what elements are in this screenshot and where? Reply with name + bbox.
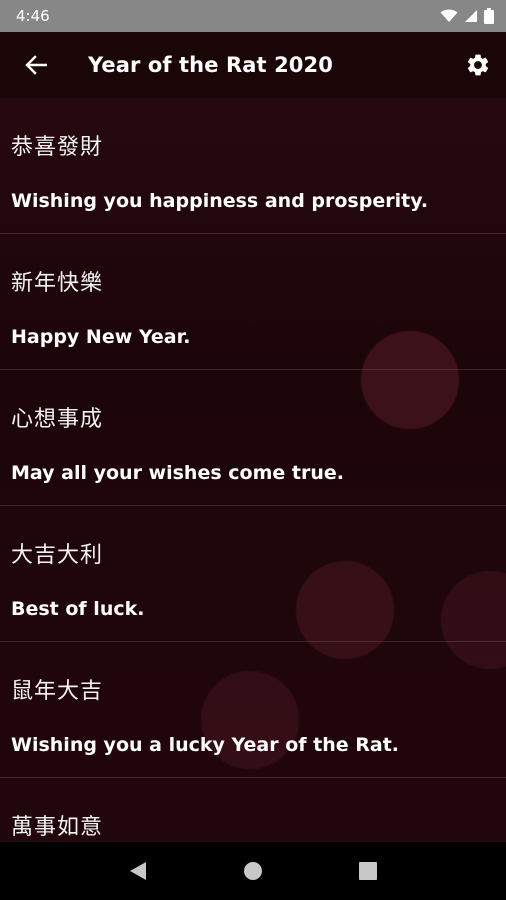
greeting-english: Happy New Year. [11, 326, 191, 348]
signal-icon [465, 10, 477, 22]
greeting-english: Wishing you a lucky Year of the Rat. [11, 734, 400, 756]
greeting-chinese: 心想事成 [11, 407, 104, 432]
greeting-chinese: 鼠年大吉 [11, 679, 104, 704]
greeting-english: Wishing you happiness and prosperity. [11, 190, 429, 212]
list-item[interactable]: 新年快樂 Happy New Year. [0, 234, 506, 370]
battery-icon [484, 8, 494, 24]
greeting-english: May all your wishes come true. [11, 462, 344, 484]
back-button[interactable] [0, 32, 72, 98]
screen: 4:46 Year of the Rat 2020 恭喜發財 Wishing y… [0, 0, 506, 900]
app-bar: Year of the Rat 2020 [0, 32, 506, 98]
greeting-chinese: 萬事如意 [11, 815, 104, 840]
greetings-list[interactable]: 恭喜發財 Wishing you happiness and prosperit… [0, 98, 506, 842]
status-time: 4:46 [16, 7, 50, 25]
status-bar: 4:46 [0, 0, 506, 32]
nav-home-button[interactable] [233, 851, 273, 891]
navigation-bar [0, 842, 506, 900]
nav-back-button[interactable] [118, 851, 158, 891]
list-item[interactable]: 心想事成 May all your wishes come true. [0, 370, 506, 506]
list-item[interactable]: 大吉大利 Best of luck. [0, 506, 506, 642]
list-item[interactable]: 萬事如意 [0, 778, 506, 842]
status-icons [440, 8, 494, 24]
back-triangle-icon [129, 862, 146, 880]
arrow-left-icon [25, 55, 47, 75]
wifi-icon [440, 9, 458, 22]
home-circle-icon [243, 862, 262, 880]
greeting-english: Best of luck. [11, 598, 145, 620]
list-item[interactable]: 鼠年大吉 Wishing you a lucky Year of the Rat… [0, 642, 506, 778]
greeting-chinese: 恭喜發財 [11, 135, 104, 160]
settings-button[interactable] [450, 32, 506, 98]
recents-square-icon [359, 862, 378, 880]
list-item[interactable]: 恭喜發財 Wishing you happiness and prosperit… [0, 98, 506, 234]
nav-recents-button[interactable] [348, 851, 388, 891]
page-title: Year of the Rat 2020 [88, 53, 333, 77]
gear-icon [467, 54, 489, 76]
greeting-chinese: 大吉大利 [11, 543, 104, 568]
greeting-chinese: 新年快樂 [11, 271, 104, 296]
